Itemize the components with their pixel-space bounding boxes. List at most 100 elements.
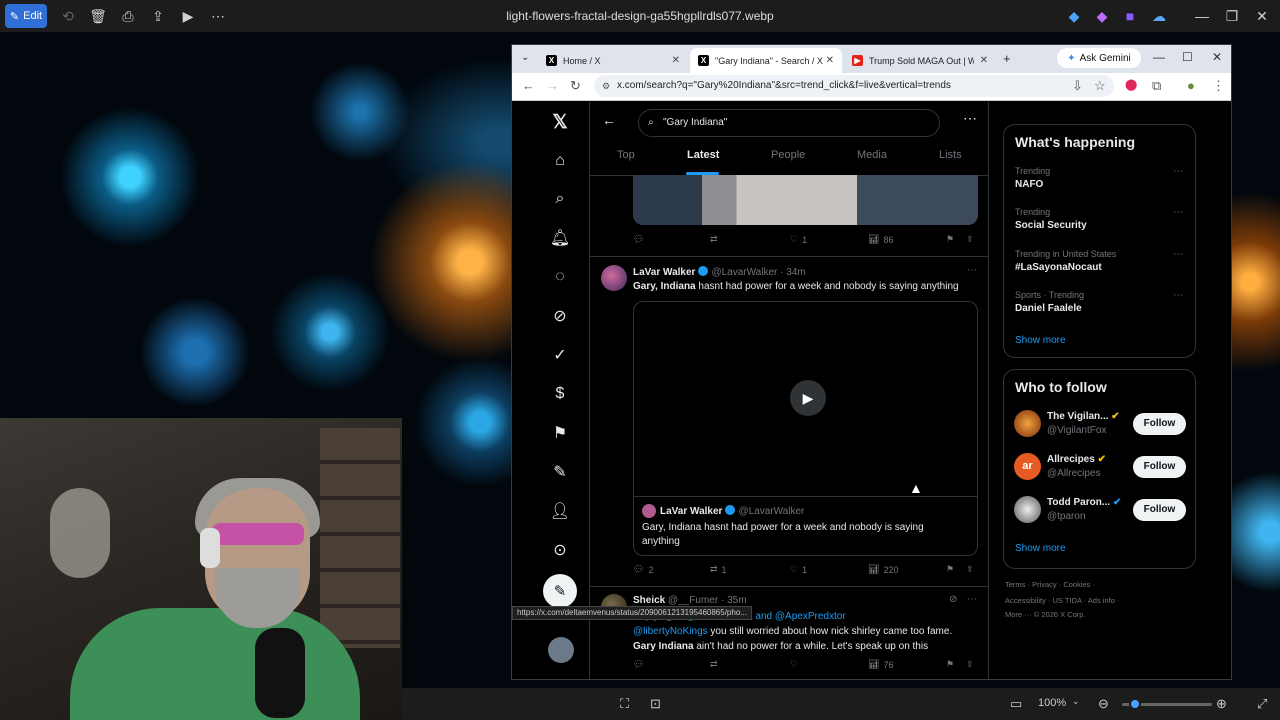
app-icon[interactable]: ◆	[1066, 4, 1082, 28]
tab-home[interactable]: X Home / X ✕	[538, 48, 688, 73]
footer-links[interactable]: Accessibility · US TIDA · Ads info ·	[1005, 596, 1119, 605]
trend-name[interactable]: NAFO	[1015, 179, 1043, 190]
author-name[interactable]: Sheick	[633, 595, 665, 606]
cloud-icon[interactable]: ☁	[1150, 4, 1168, 28]
author-name[interactable]: LaVar Walker	[633, 267, 695, 278]
share-icon[interactable]: ⇪	[147, 4, 169, 28]
tab-people[interactable]: People	[771, 149, 805, 161]
rotate-icon[interactable]: ⟲	[57, 4, 79, 28]
bookmark-icon[interactable]: ⚑	[946, 659, 954, 670]
ask-gemini-button[interactable]: ✦ Ask Gemini	[1057, 48, 1141, 68]
follow-name[interactable]: The Vigilan... ✔	[1047, 411, 1120, 422]
close-icon[interactable]: ✕	[826, 55, 834, 66]
follow-name[interactable]: Allrecipes ✔	[1047, 454, 1106, 465]
play-icon[interactable]: ▶	[790, 380, 826, 416]
bookmark-icon[interactable]: ⚑	[946, 234, 954, 245]
tab-top[interactable]: Top	[617, 149, 635, 161]
site-info-icon[interactable]: ⚙	[602, 75, 610, 97]
post-time[interactable]: · 34m	[780, 267, 806, 278]
footer-links[interactable]: Terms · Privacy · Cookies ·	[1005, 580, 1095, 589]
profile-icon[interactable]: 👤︎	[548, 499, 572, 523]
more-icon[interactable]: ⊙	[548, 538, 572, 562]
trend-name[interactable]: Daniel Faalele	[1015, 303, 1082, 314]
close-icon[interactable]: ✕	[980, 55, 988, 66]
search-input[interactable]: ⌕ "Gary Indiana"	[638, 109, 940, 137]
new-tab-icon[interactable]: +	[1003, 51, 1011, 66]
close-icon[interactable]: ✕	[1212, 50, 1222, 64]
reply-icon[interactable]: 💬︎	[633, 234, 644, 245]
more-icon[interactable]: ⋯	[1173, 290, 1183, 301]
post-more-icon[interactable]: ⋯	[967, 265, 977, 276]
slideshow-icon[interactable]: ▶	[177, 4, 199, 28]
like-button[interactable]: ♡ 1	[790, 234, 807, 245]
profile-icon[interactable]: ●	[1187, 78, 1195, 93]
author-handle[interactable]: @__Fumer	[668, 595, 718, 606]
messages-icon[interactable]: ◌	[548, 265, 572, 289]
print-icon[interactable]: ⎙	[117, 4, 139, 28]
bookmarks-icon[interactable]: ⚑	[548, 421, 572, 445]
views-button[interactable]: 📊︎ 76	[868, 659, 893, 670]
compose-post-button[interactable]: ✎	[543, 574, 577, 608]
app-icon-2[interactable]: ■	[1122, 4, 1138, 28]
author-handle[interactable]: @LavarWalker	[711, 267, 777, 278]
quoted-post[interactable]: LaVar Walker @LavarWalker Gary, Indiana h…	[633, 496, 978, 556]
chevron-down-icon[interactable]: ⌄	[1072, 696, 1080, 707]
like-button[interactable]: ♡ 1	[790, 564, 807, 575]
share-icon[interactable]: ⇪	[966, 234, 974, 245]
follow-show-more-link[interactable]: Show more	[1015, 543, 1066, 554]
footer-copyright[interactable]: More ··· © 2026 X Corp.	[1005, 610, 1086, 619]
close-icon[interactable]: ✕	[672, 55, 680, 66]
edit-button[interactable]: ✎ Edit	[5, 4, 47, 28]
grok-icon[interactable]: ⊘	[949, 594, 957, 605]
maximize-icon[interactable]: ❐	[1224, 4, 1240, 28]
close-icon[interactable]: ✕	[1254, 4, 1270, 28]
maximize-icon[interactable]: ☐	[1182, 50, 1193, 64]
reload-icon[interactable]: ↻	[570, 78, 581, 94]
follow-handle[interactable]: @VigilantFox	[1047, 425, 1106, 436]
follow-name[interactable]: Todd Paron... ✔	[1047, 497, 1121, 508]
repost-icon[interactable]: ⇄	[710, 659, 718, 670]
avatar[interactable]	[1014, 410, 1041, 437]
forward-icon[interactable]: →	[546, 78, 559, 93]
tab-search[interactable]: X "Gary Indiana" - Search / X ✕	[690, 48, 842, 73]
verified-icon[interactable]: ✓	[548, 343, 572, 367]
grok-icon[interactable]: ⊘	[548, 304, 572, 328]
adblock-icon[interactable]: ⬤	[1125, 78, 1137, 91]
more-icon[interactable]: ⋯	[1173, 207, 1183, 218]
trend-name[interactable]: #LaSayonaNocaut	[1015, 262, 1102, 273]
text-select-icon[interactable]: ⊡	[650, 696, 661, 712]
repost-button[interactable]: ⇄ 1	[710, 564, 727, 575]
zoom-out-icon[interactable]: ⊖	[1098, 696, 1109, 712]
follow-button[interactable]: Follow	[1133, 499, 1186, 521]
x-logo-icon[interactable]: 𝕏	[548, 110, 572, 134]
allrecipes-logo[interactable]: ar	[1014, 453, 1041, 480]
tab-media[interactable]: Media	[857, 149, 887, 161]
url-field[interactable]: ⚙ x.com/search?q="Gary%20Indiana"&src=tr…	[594, 75, 1114, 97]
more-icon[interactable]: ⋯	[207, 4, 229, 28]
post-image[interactable]	[633, 175, 978, 225]
crop-icon[interactable]: ⛶	[620, 696, 629, 712]
search-icon[interactable]: ⌕	[548, 187, 572, 211]
heart-icon[interactable]: ♡	[790, 659, 798, 670]
share-icon[interactable]: ⇪	[966, 659, 974, 670]
bookmark-icon[interactable]: ⚑	[946, 564, 954, 575]
zoom-slider-thumb[interactable]	[1129, 698, 1141, 710]
zoom-in-icon[interactable]: ⊕	[1216, 696, 1227, 712]
more-options-icon[interactable]: ⋯	[963, 110, 977, 127]
account-avatar[interactable]	[548, 637, 574, 663]
back-arrow-icon[interactable]: ←	[602, 112, 616, 128]
follow-handle[interactable]: @tparon	[1047, 511, 1086, 522]
avatar[interactable]	[601, 265, 627, 291]
video-player[interactable]: ▶	[633, 301, 978, 497]
more-icon[interactable]: ⋯	[1173, 166, 1183, 177]
post-more-icon[interactable]: ⋯	[967, 594, 977, 605]
repost-icon[interactable]: ⇄	[710, 234, 718, 245]
avatar[interactable]	[1014, 496, 1041, 523]
install-icon[interactable]: ⇩	[1072, 78, 1083, 94]
fullscreen-icon[interactable]: ⤢	[1257, 696, 1267, 712]
views-button[interactable]: 📊︎ 86	[868, 234, 893, 245]
reply-button[interactable]: 💬︎ 2	[633, 564, 653, 575]
more-icon[interactable]: ⋯	[1173, 249, 1183, 260]
home-icon[interactable]: ⌂	[548, 149, 572, 173]
trend-name[interactable]: Social Security	[1015, 220, 1087, 231]
